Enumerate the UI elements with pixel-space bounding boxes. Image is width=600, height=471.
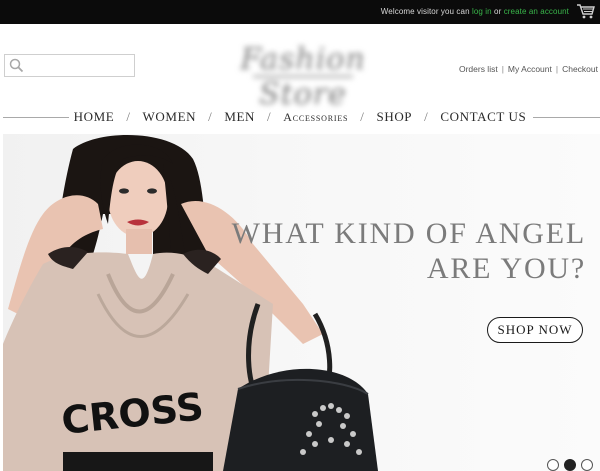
hero-model-image: CROSS (3, 135, 378, 471)
main-nav: HOME / WOMEN / MEN / Accessories / SHOP … (60, 106, 540, 128)
slider-dot-2[interactable] (564, 459, 576, 471)
nav-separator: / (424, 109, 429, 124)
nav-item-women[interactable]: WOMEN (141, 109, 199, 125)
search-input[interactable] (27, 57, 131, 74)
search-box (4, 54, 135, 77)
account-links: Orders list | My Account | Checkout (459, 64, 598, 74)
hero-headline-line-2: ARE YOU? (426, 252, 586, 285)
nav-item-accessories[interactable]: Accessories (281, 110, 350, 125)
slider-dot-3[interactable] (581, 459, 593, 471)
logo-tagline-bar (253, 75, 353, 78)
nav-item-men[interactable]: MEN (222, 109, 257, 125)
login-link[interactable]: log in (472, 7, 492, 16)
top-bar: Welcome visitor you can log in or create… (0, 0, 600, 24)
slider-dots (547, 459, 597, 471)
hero-headline-line-1: WHAT KIND OF ANGEL (231, 217, 586, 250)
site-logo[interactable]: Fashion Store (193, 40, 413, 112)
nav-separator: / (126, 109, 131, 124)
nav-item-shop[interactable]: SHOP (375, 109, 415, 125)
nav-item-contact-us[interactable]: CONTACT US (438, 109, 528, 125)
slider-dot-1[interactable] (547, 459, 559, 471)
hero-banner[interactable]: CROSS WHAT KIND OF ANGEL ARE YOU? SHOP N… (3, 134, 600, 471)
separator: | (555, 64, 559, 74)
welcome-message: Welcome visitor you can log in or create… (381, 7, 569, 16)
nav-rule-right (533, 117, 600, 118)
search-icon[interactable] (9, 58, 24, 73)
or-text: or (494, 7, 502, 16)
orders-list-link[interactable]: Orders list (459, 64, 498, 74)
nav-item-home[interactable]: HOME (72, 109, 117, 125)
welcome-prefix: Welcome visitor you can (380, 7, 470, 16)
create-account-link[interactable]: create an account (504, 7, 569, 16)
separator: | (501, 64, 504, 74)
shop-now-button[interactable]: SHOP NOW (487, 317, 583, 343)
cart-icon[interactable] (577, 4, 595, 19)
hero-headline: WHAT KIND OF ANGEL ARE YOU? (232, 216, 586, 286)
checkout-link[interactable]: Checkout (562, 64, 598, 74)
nav-separator: / (360, 109, 365, 124)
nav-separator: / (267, 109, 272, 124)
my-account-link[interactable]: My Account (508, 64, 552, 74)
nav-separator: / (208, 109, 213, 124)
